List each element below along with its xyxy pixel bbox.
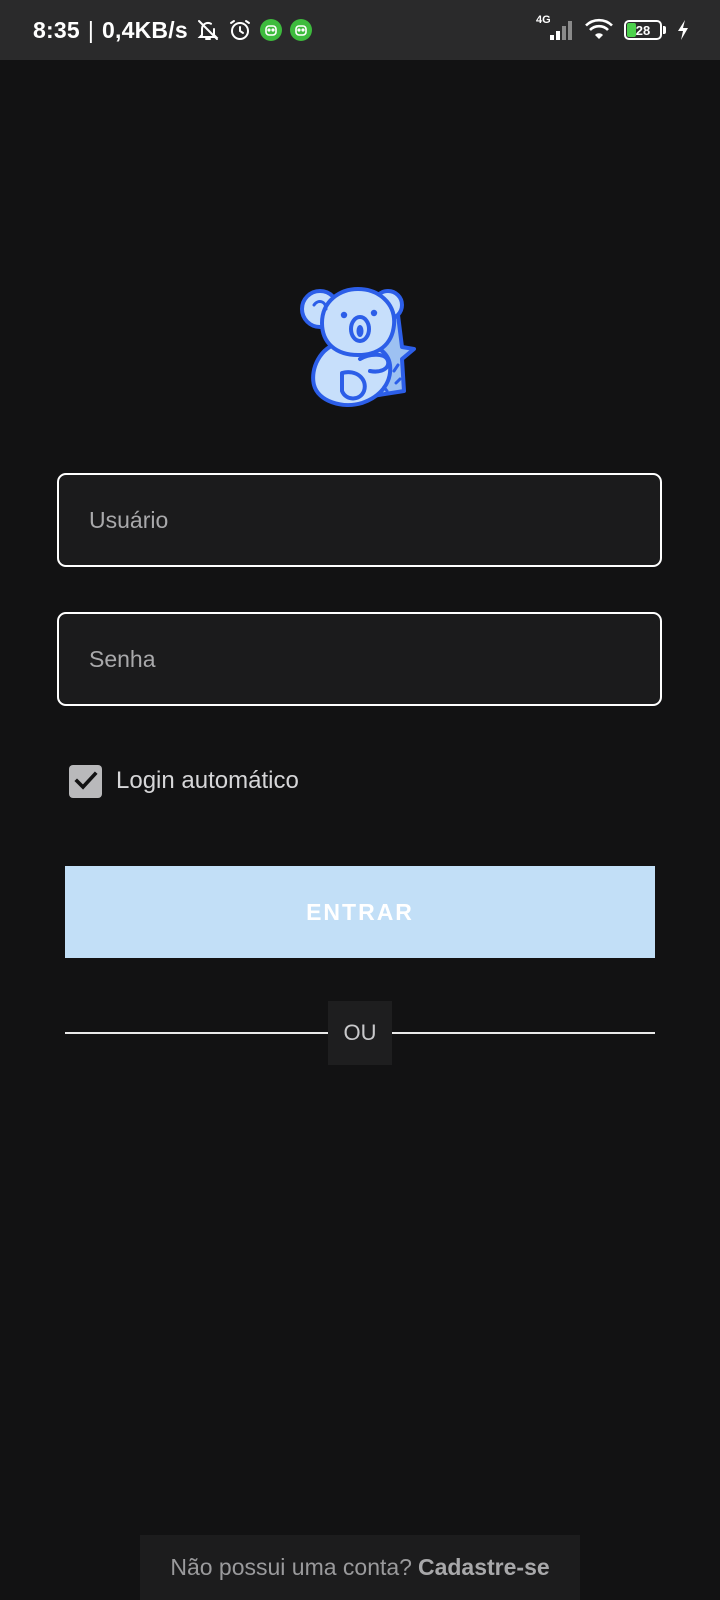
auto-login-label: Login automático <box>116 767 299 794</box>
app-notification-icon <box>289 19 312 41</box>
signup-question: Não possui uma conta? <box>170 1554 412 1580</box>
battery-percentage: 28 <box>635 22 651 38</box>
password-input[interactable] <box>87 644 660 674</box>
password-field[interactable] <box>57 612 662 706</box>
login-button[interactable]: ENTRAR <box>65 866 655 958</box>
status-speed: 0,4KB/s <box>102 16 188 43</box>
status-left: 8:35 | 0,4KB/s <box>33 0 312 60</box>
wifi-icon <box>584 18 614 42</box>
or-label: OU <box>328 1001 392 1065</box>
bell-off-icon <box>196 18 220 42</box>
signup-prompt[interactable]: Não possui uma conta? Cadastre-se <box>140 1535 580 1600</box>
username-field[interactable] <box>57 473 662 567</box>
status-time: 8:35 <box>33 16 80 43</box>
login-screen: 8:35 | 0,4KB/s 4G 28 Usuário Login autom… <box>0 0 720 1600</box>
auto-login-checkbox[interactable] <box>69 764 102 798</box>
or-divider: OU <box>65 1001 655 1065</box>
charging-icon <box>676 19 690 41</box>
status-right: 4G 28 <box>536 0 690 60</box>
network-type: 4G <box>536 14 551 26</box>
checkmark-icon <box>73 771 98 790</box>
battery-fill <box>627 23 636 37</box>
auto-login-row[interactable]: Login automático <box>69 764 299 798</box>
divider-line-left <box>65 1032 328 1034</box>
signup-link[interactable]: Cadastre-se <box>418 1554 550 1581</box>
divider-line-right <box>392 1032 655 1034</box>
battery-icon: 28 <box>624 20 666 40</box>
status-separator: | <box>87 16 95 43</box>
alarm-icon <box>228 18 252 42</box>
status-bar: 8:35 | 0,4KB/s 4G 28 <box>0 0 720 60</box>
signal-icon: 4G <box>536 14 574 42</box>
username-input[interactable] <box>87 505 660 535</box>
app-notification-icon <box>259 19 282 41</box>
koala-logo-icon <box>298 287 422 415</box>
